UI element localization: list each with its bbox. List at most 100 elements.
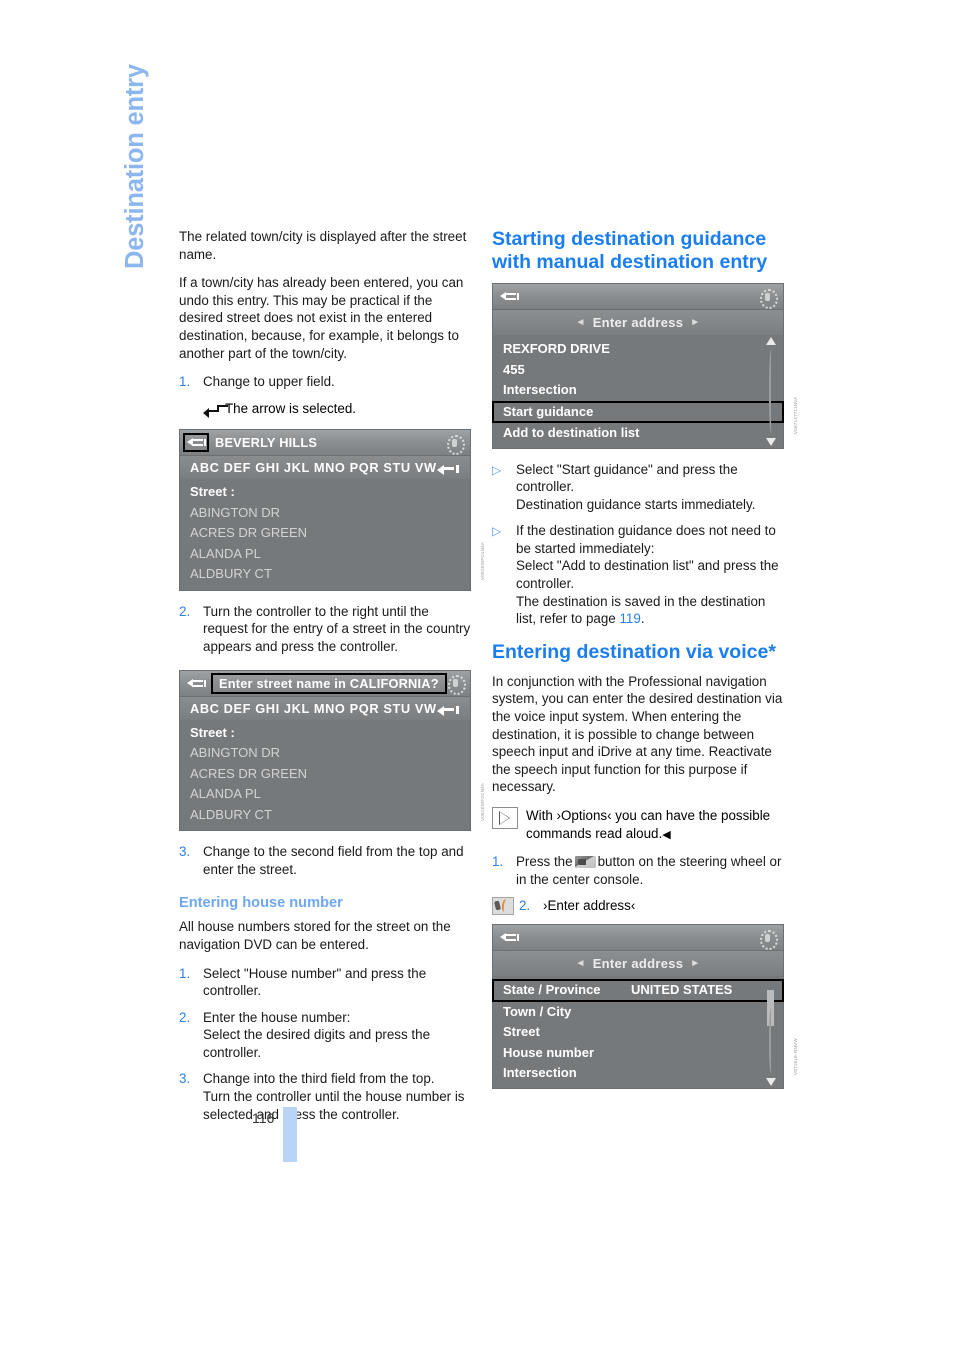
step-turn-controller: 2. Turn the controller to the right unti… [179,603,474,656]
chevron-left-icon[interactable]: ◄ [575,958,585,969]
list-item[interactable]: 455 [493,360,783,381]
step-change-third-field: 3. Change into the third field from the … [179,1070,474,1123]
arrow-selected-note: The arrow is selected. [203,400,474,418]
list-item-selected[interactable]: Start guidance [492,400,784,423]
step-text: Turn the controller to the right until t… [203,603,471,655]
list-item[interactable]: ALDBURY CT [180,564,470,585]
controller-knob-icon [757,928,779,950]
list-item[interactable]: ALDBURY CT [180,805,470,826]
step-text-pre: Press the [516,854,573,870]
field-label: State / Province [503,982,601,998]
street-list: Street : ABINGTON DR ACRES DR GREEN ALAN… [180,479,470,590]
options-hint-text: With ›Options‹ you can have the possible… [526,808,771,841]
step-number: 1. [492,854,504,870]
figure-code: V081EWFD2N4A [480,782,485,821]
list-item[interactable]: ABINGTON DR [180,503,470,524]
address-field-list: State / Province UNITED STATES Town / Cit… [492,976,784,1088]
scroll-down-arrow-icon[interactable] [766,437,776,446]
voice-step-press-button: 1. Press the button on the steering wheel… [492,853,787,888]
list-item[interactable]: ACRES DR GREEN [180,764,470,785]
step-number: 3. [179,1071,191,1087]
list-item[interactable]: Add to destination list [493,423,783,444]
figure-code: V087147711NVA [793,396,798,434]
screenshot-title: BEVERLY HILLS [215,435,318,451]
list-item-selected[interactable]: State / Province UNITED STATES [492,979,784,1002]
speech-input-icon [492,897,514,916]
list-item[interactable]: ALANDA PL [180,544,470,565]
list-item[interactable]: Town / City [493,1002,783,1023]
keyboard-row[interactable]: ABC DEF GHI JKL MNO PQR STU VW [180,455,470,480]
scrollbar[interactable] [764,337,778,446]
options-hint: With ›Options‹ you can have the possible… [492,807,787,844]
list-item[interactable]: ALANDA PL [180,784,470,805]
list-label: Street : [190,724,235,740]
backspace-icon[interactable] [437,704,459,716]
list-item[interactable]: ABINGTON DR [180,743,470,764]
screenshot-enter-street-name: Enter street name in CALIFORNIA? ABC DEF… [179,669,485,832]
back-arrow-icon[interactable] [497,288,521,305]
screenshot-enter-address-voice: ◄ Enter address ► State / Province UNITED… [492,924,798,1089]
step-number: 2. [179,1009,191,1025]
bullet-select-start-guidance: ▷ Select "Start guidance" and press the … [492,461,787,514]
page-reference-link[interactable]: 119 [619,611,640,626]
scroll-down-arrow-icon[interactable] [766,1077,776,1086]
scroll-up-arrow-icon[interactable] [766,337,776,345]
figure-code: V87161E-RNVW [793,1038,798,1076]
controller-knob-icon [444,433,466,455]
back-arrow-icon[interactable] [183,433,209,453]
screenshot-topbar [493,925,783,951]
step-change-upper-field: 1. Change to upper field. [179,373,474,391]
scroll-track [769,1008,775,1074]
keyboard-row[interactable]: ABC DEF GHI JKL MNO PQR STU VW [180,695,470,720]
chevron-right-icon[interactable]: ► [690,958,700,969]
arrow-note-text: The arrow is selected. [225,400,356,416]
play-triangle-icon [492,807,518,829]
bullet-text: Select "Start guidance" and press the co… [516,461,738,495]
subsection-entering-house-number: Entering house number [179,895,343,912]
step-number: 3. [179,844,191,860]
step-text: Change to the second field from the top … [203,844,464,877]
bullet-subtext-1: Select "Add to destination list" and pre… [516,558,779,592]
street-list: Street : ABINGTON DR ACRES DR GREEN ALAN… [180,719,470,831]
screenshot-beverly-hills: BEVERLY HILLS ABC DEF GHI JKL MNO PQR ST… [179,429,485,591]
step-change-second-field: 3. Change to the second field from the t… [179,843,474,878]
list-item[interactable]: House number [493,1043,783,1064]
keyboard-letters: ABC DEF GHI JKL MNO PQR STU VW [190,700,437,716]
chevron-right-icon[interactable]: ► [690,317,700,328]
list-item[interactable]: Street [493,1022,783,1043]
step-enter-house-number: 2. Enter the house number: Select the de… [179,1009,474,1062]
section-heading-voice: Entering destination via voice* [492,640,776,663]
paragraph-intro-2: If a town/city has already been entered,… [179,275,464,361]
list-item[interactable]: Intersection [493,380,783,401]
address-option-list: REXFORD DRIVE 455 Intersection Start gui… [492,335,784,448]
voice-button-icon [574,856,596,869]
back-arrow-icon[interactable] [184,675,208,692]
step-subtext: Turn the controller until the house numb… [203,1089,465,1122]
chevron-left-icon[interactable]: ◄ [575,317,585,328]
list-item[interactable]: Intersection [493,1063,783,1084]
list-item[interactable]: REXFORD DRIVE [493,339,783,360]
bullet-text: If the destination guidance does not nee… [516,523,776,556]
navbar-enter-address[interactable]: ◄ Enter address ► [493,950,783,977]
step-select-house-number: 1. Select "House number" and press the c… [179,965,474,1000]
list-item[interactable]: ACRES DR GREEN [180,523,470,544]
back-arrow-icon[interactable] [497,929,521,946]
controller-knob-icon [445,673,467,696]
step-number: 1. [179,374,191,390]
triangle-bullet-icon: ▷ [492,524,502,539]
bullet-subtext: Destination guidance starts immediately. [516,496,756,512]
back-arrow-icon [203,404,220,418]
navbar-enter-address[interactable]: ◄ Enter address ► [493,309,783,335]
controller-knob-icon [757,287,779,309]
step-text: Change to upper field. [203,374,335,390]
scroll-track [769,349,775,434]
scrollbar[interactable] [764,978,778,1086]
right-column: Starting destination guidance with manua… [492,228,798,1101]
page-edge-marker [283,1107,297,1162]
field-value: UNITED STATES [631,982,733,998]
step-text: Select "House number" and press the cont… [203,965,427,999]
backspace-icon[interactable] [437,463,459,476]
step-number: 1. [179,965,191,981]
figure-code: V081EWFD1N4A [480,542,485,581]
bullet-add-to-destination-list: ▷ If the destination guidance does not n… [492,522,787,628]
